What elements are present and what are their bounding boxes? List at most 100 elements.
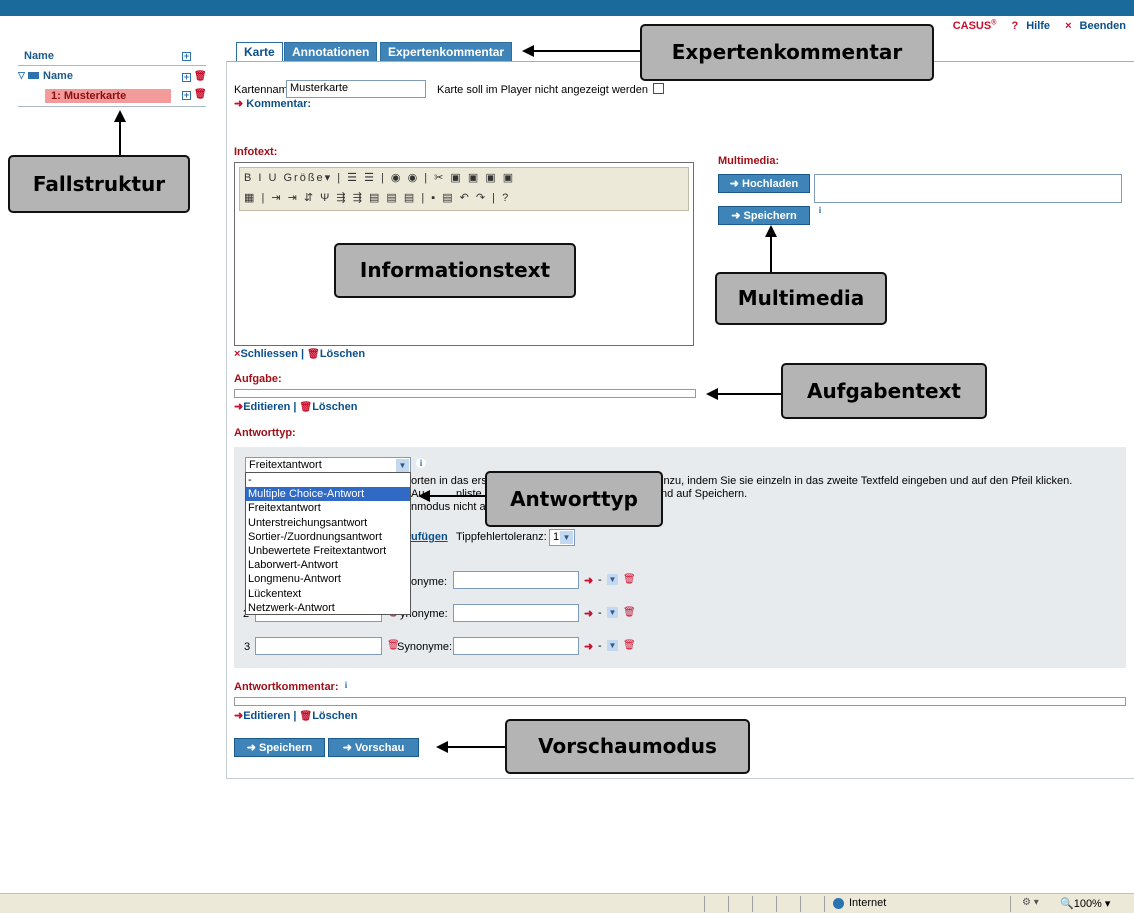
edit-task-link[interactable]: Editieren [243,401,290,413]
chevron-down-icon[interactable]: ▼ [607,607,618,618]
delete-icon: 🗑 [299,402,313,413]
help-text-line1: inzu, indem Sie sie einzeln in das zweit… [661,475,1073,487]
delete-task-link[interactable]: Löschen [312,401,357,413]
callout-arrow [430,495,485,497]
tab-annotationen[interactable]: Annotationen [284,42,378,62]
delete-icon[interactable]: 🗑 [194,71,207,82]
callout-preview: Vorschaumodus [505,719,750,774]
tab-karte[interactable]: Karte [236,42,283,62]
callout-expert: Expertenkommentar [640,24,934,81]
collapse-icon[interactable]: ▽ [18,70,25,81]
tree-divider [18,106,206,107]
top-bar [0,0,1134,16]
chevron-down-icon[interactable]: ▼ [607,574,618,585]
multimedia-label: Multimedia: [718,155,780,167]
delete-icon[interactable]: 🗑 [623,574,636,585]
arrow-icon: ➜ [234,401,244,413]
answer-comment-actions: ➜Editieren | 🗑Löschen [234,710,358,722]
arrow-head-icon [706,388,718,400]
tab-expertenkommentar[interactable]: Expertenkommentar [380,42,513,62]
delete-icon: 🗑 [307,349,320,360]
answer-comment-label: Antwortkommentar: [234,681,339,693]
status-divider [800,896,801,912]
answer-type-option[interactable]: Sortier-/Zuordnungsantwort [246,530,410,544]
folder-icon [28,72,39,79]
save-button[interactable]: ➜ Speichern [234,738,325,757]
delete-icon[interactable]: 🗑 [623,607,636,618]
editor-toolbar: B I U Größe▾ | ☰ ☰ | ◉ ◉ | ✂ ▣ ▣ ▣ ▣ ▦ |… [239,167,689,211]
content-border-bottom [226,778,1134,779]
expand-icon[interactable]: + [182,52,191,61]
add-node-icon[interactable]: + [182,73,191,82]
row-separator: - [598,640,602,652]
callout-tree: Fallstruktur [8,155,190,213]
toolbar-row-2[interactable]: ▦ | ⇥ ⇥ ⇵ Ψ ⇶ ⇶ ▤ ▤ ▤ | ▪ ▤ ↶ ↷ | ? [244,191,510,209]
chevron-down-icon[interactable]: ▼ [607,640,618,651]
arrow-icon[interactable]: ➜ [584,607,593,620]
task-text-field[interactable] [234,389,696,398]
callout-arrow [446,746,505,748]
chevron-down-icon: ▼ [396,459,409,472]
answer-type-option[interactable]: Unbewertete Freitextantwort [246,544,410,558]
synonym-input[interactable] [453,604,579,622]
callout-arrow [716,393,781,395]
toolbar-row-1[interactable]: B I U Größe▾ | ☰ ☰ | ◉ ◉ | ✂ ▣ ▣ ▣ ▣ [244,171,515,189]
status-divider [776,896,777,912]
browser-status-bar: Internet ⚙ ▾ 🔍100% ▾ [0,893,1134,913]
synonym-input[interactable] [453,637,579,655]
help-text-line2: nd auf Speichern. [661,488,748,500]
delete-icon[interactable]: 🗑 [194,89,207,100]
hide-card-checkbox[interactable] [653,83,664,94]
arrow-icon: ➜ [234,98,247,110]
zoom-control[interactable]: 🔍100% ▾ [1060,897,1110,910]
callout-arrow [770,235,772,272]
answer-type-option[interactable]: - [246,473,410,487]
delete-icon[interactable]: 🗑 [623,640,636,651]
answer-type-option-highlighted[interactable]: Multiple Choice-Antwort [246,487,410,502]
close-editor-link[interactable]: Schliessen [240,348,297,360]
delete-infotext-link[interactable]: Löschen [320,348,365,360]
multimedia-save-button[interactable]: ➜ Speichern [718,206,810,225]
tree-item-musterkarte[interactable]: 1: Musterkarte [45,89,171,103]
answer-type-option[interactable]: Laborwert-Antwort [246,558,410,572]
arrow-icon[interactable]: ➜ [584,574,593,587]
card-name-input[interactable]: Musterkarte [286,80,426,98]
info-icon[interactable]: i [416,458,426,468]
answer-input[interactable] [255,637,382,655]
answer-type-option[interactable]: Longmenu-Antwort [246,572,410,586]
answer-type-option[interactable]: Unterstreichungsantwort [246,516,410,530]
status-divider [752,896,753,912]
tolerance-select[interactable]: 1 ▼ [549,529,575,546]
upload-button[interactable]: ➜ Hochladen [718,174,810,193]
edit-answer-comment-link[interactable]: Editieren [243,710,290,722]
row-number: 3 [244,641,251,653]
tree-root[interactable]: ▽ Name + 🗑 [18,70,207,85]
answer-comment-field[interactable] [234,697,1126,706]
preview-button[interactable]: ➜ Vorschau [328,738,419,757]
hide-card-label: Karte soll im Player nicht angezeigt wer… [437,84,648,96]
zone-label: Internet [849,897,887,909]
delete-answer-comment-link[interactable]: Löschen [312,710,357,722]
info-icon[interactable]: i [341,680,351,690]
synonym-input[interactable] [453,571,579,589]
answer-type-option[interactable]: Freitextantwort [246,501,410,515]
add-answer-link[interactable]: ufügen [411,531,448,543]
tolerance-label: Tippfehlertoleranz: [456,531,547,543]
protected-mode-icon[interactable]: ⚙ ▾ [1022,897,1039,908]
arrow-icon[interactable]: ➜ [584,640,593,653]
info-icon[interactable]: i [815,205,825,215]
arrow-icon: ➜ [234,710,244,722]
task-label: Aufgabe: [234,373,282,385]
help-link[interactable]: ? Hilfe [1005,20,1050,32]
status-divider [704,896,705,912]
answer-type-option[interactable]: Netzwerk-Antwort [246,601,410,615]
answer-type-option[interactable]: Lückentext [246,587,410,601]
multimedia-file-input[interactable] [814,174,1122,203]
comment-link[interactable]: ➜ Kommentar: [234,97,311,110]
chevron-down-icon: ▼ [560,531,573,544]
add-node-icon[interactable]: + [182,91,191,100]
synonyms-label: Synonyme: [397,641,453,653]
quit-link[interactable]: × Beenden [1059,20,1126,32]
infotext-label: Infotext: [234,146,278,158]
tree-column-header: Name [24,50,54,62]
